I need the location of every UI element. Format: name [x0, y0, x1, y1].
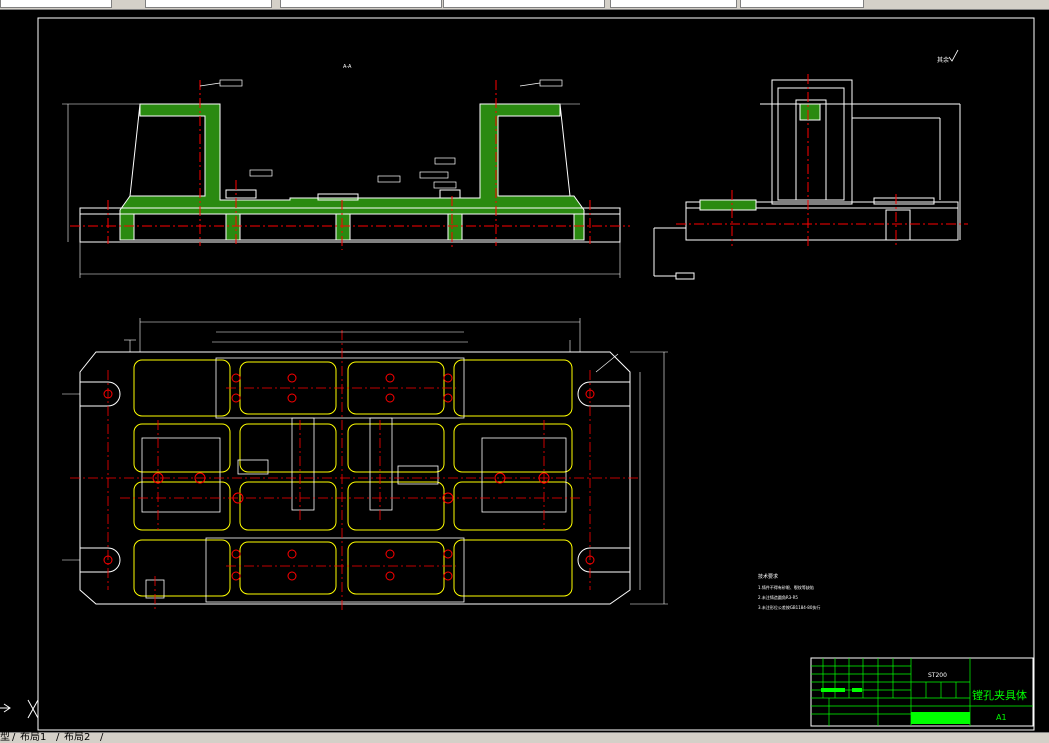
- front-section-view: A-A: [62, 64, 630, 278]
- drawing-border: [37, 17, 1035, 731]
- cad-drawing-canvas[interactable]: A-A 其余 技术要求 1.铸件不得有砂眼、裂纹等缺陷 2.未注铸造圆角R3-R…: [0, 10, 1049, 732]
- color-dropdown[interactable]: [610, 0, 737, 8]
- ucs-icon: [0, 699, 39, 719]
- side-view: [653, 74, 968, 280]
- layer-dropdown[interactable]: [0, 0, 112, 8]
- layout-tabs-bar: 型 / 布局1 / 布局2 /: [0, 732, 1049, 743]
- svg-text:技术要求: 技术要求: [758, 573, 778, 580]
- lineweight-dropdown[interactable]: [443, 0, 605, 8]
- part-name: 镗孔夹具体: [972, 688, 1027, 702]
- top-plan-view: [62, 318, 668, 610]
- cad-toolbar: [0, 0, 1049, 10]
- title-block: ST200 镗孔夹具体 A1: [810, 657, 1034, 727]
- plotstyle-dropdown[interactable]: [740, 0, 864, 8]
- style-dropdown[interactable]: [145, 0, 272, 8]
- svg-text:2.未注铸造圆角R3-R5: 2.未注铸造圆角R3-R5: [758, 594, 798, 600]
- technical-requirements: 技术要求 1.铸件不得有砂眼、裂纹等缺陷 2.未注铸造圆角R3-R5 3.未注形…: [758, 573, 820, 610]
- section-label: A-A: [343, 64, 352, 70]
- roughness-note: 其余: [937, 49, 959, 64]
- drawing-number: ST200: [928, 672, 947, 679]
- sheet-size: A1: [996, 713, 1007, 722]
- svg-text:其余: 其余: [937, 56, 949, 64]
- svg-text:1.铸件不得有砂眼、裂纹等缺陷: 1.铸件不得有砂眼、裂纹等缺陷: [758, 584, 814, 590]
- linetype-dropdown[interactable]: [280, 0, 442, 8]
- svg-text:3.未注形位公差按GB1184-80执行: 3.未注形位公差按GB1184-80执行: [758, 604, 820, 610]
